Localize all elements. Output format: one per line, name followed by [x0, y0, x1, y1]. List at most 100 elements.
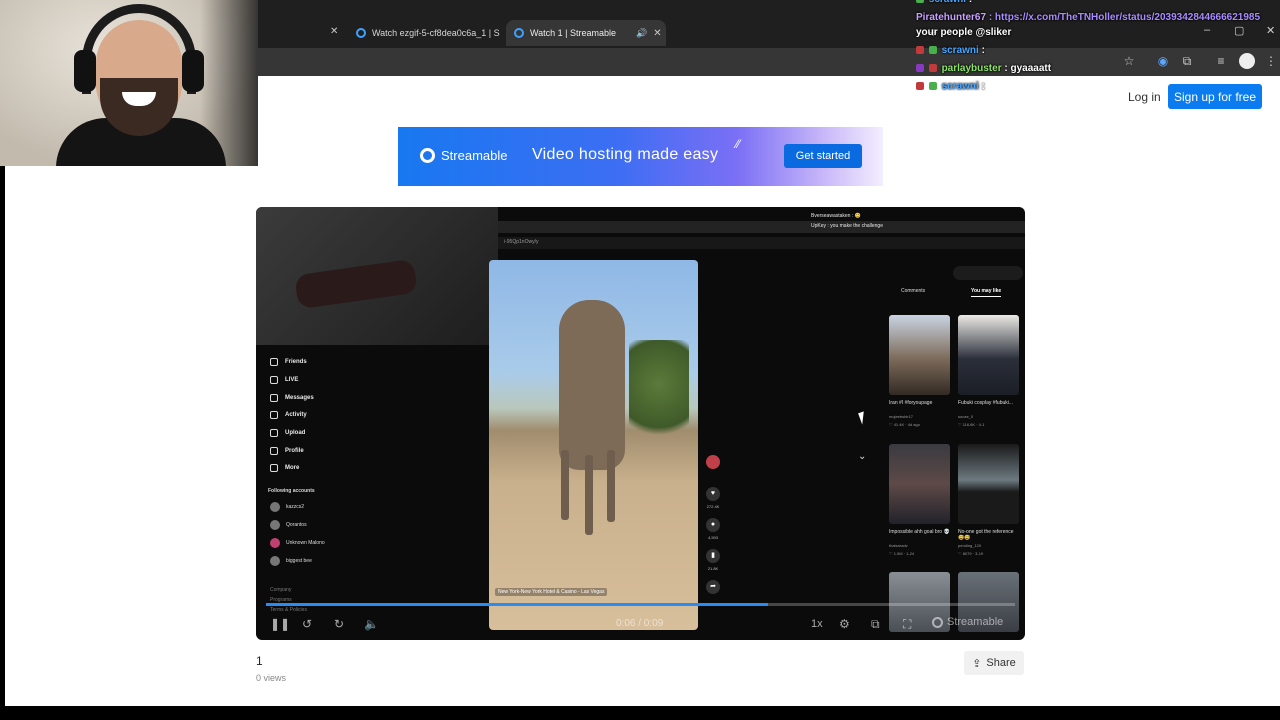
embedded-chat: Bverseawastaken : 😊 UpKey : you make the…	[811, 211, 931, 231]
tab-close-icon[interactable]: ✕	[653, 28, 661, 39]
chat-badge-icon	[928, 46, 937, 54]
login-link[interactable]: Log in	[1128, 90, 1161, 104]
forward-icon[interactable]: ↻	[334, 616, 344, 632]
footer-link: Terms & Policies	[270, 607, 307, 613]
get-started-button[interactable]: Get started	[784, 144, 862, 168]
following-account: Unknown Malono	[270, 538, 325, 548]
ad-brand: Streamable	[441, 148, 508, 163]
progress-bar[interactable]	[266, 603, 1015, 606]
settings-gear-icon[interactable]: ⚙	[839, 616, 850, 632]
reco-thumbnail	[889, 315, 950, 395]
left-edge	[0, 166, 5, 720]
media-controls-icon[interactable]: ≡	[1214, 54, 1228, 68]
streamable-watermark[interactable]: Streamable	[932, 616, 1003, 628]
bookmark-icon: ▮	[706, 549, 720, 563]
tab-streamable-active[interactable]: Watch 1 | Streamable 🔊 ✕	[506, 20, 666, 46]
chat-text: :	[981, 81, 985, 92]
embedded-webcam	[256, 207, 498, 345]
ad-tagline: Video hosting made easy	[532, 146, 719, 163]
signup-button[interactable]: Sign up for free	[1168, 84, 1262, 109]
following-account: kazzcs2	[270, 502, 304, 512]
sidebar-item-label: Friends	[285, 359, 307, 365]
picture-in-picture-icon[interactable]: ⧉	[871, 616, 880, 632]
embedded-tiktok-sidebar: Friends LIVE Messages Activity Upload Pr…	[266, 352, 486, 622]
avatar	[270, 502, 280, 512]
chat-username: parlaybuster	[941, 63, 1002, 74]
share-button[interactable]: ⇪ Share	[964, 651, 1024, 675]
ad-logo: Streamable	[420, 148, 507, 163]
chat-username: scrawni	[941, 81, 979, 92]
embedded-chat-line: Bverseawastaken : 😊	[811, 213, 861, 219]
footer-link: Company	[270, 587, 292, 593]
heart-icon: ♥	[706, 487, 720, 501]
camel-leg	[585, 455, 593, 535]
chat-message: scrawni :	[916, 78, 985, 96]
streamable-logo-icon	[932, 616, 943, 628]
chat-text: your people @sliker	[916, 27, 1012, 38]
chat-badge-icon	[928, 82, 937, 90]
extensions-icon[interactable]: ⧉	[1180, 54, 1194, 68]
tab-you-may-like: You may like	[971, 288, 1002, 297]
browser-menu-icon[interactable]: ⋮	[1264, 54, 1278, 68]
sidebar-item-messages: Messages	[270, 394, 314, 402]
reco-thumbnail	[889, 444, 950, 524]
account-name: biggest bee	[286, 558, 312, 564]
tab-title: Watch 1 | Streamable	[530, 28, 617, 38]
view-count: 0 views	[256, 673, 287, 683]
profile-icon	[270, 447, 278, 455]
chat-username: Piratehunter67	[916, 12, 987, 23]
tab-close-icon[interactable]: ✕	[330, 26, 338, 37]
audio-extension-icon[interactable]: ◉	[1156, 54, 1170, 68]
camel-graphic	[559, 300, 625, 470]
more-icon	[270, 464, 278, 472]
sidebar-item-label: Messages	[285, 395, 314, 401]
close-window-button[interactable]: ✕	[1266, 24, 1275, 37]
sidebar-item-live: LIVE	[270, 376, 298, 384]
chat-message: scrawni :	[916, 0, 972, 9]
embedded-webcam-person	[294, 258, 418, 310]
video-player[interactable]: i-95Qp1nOwy/y Friends LIVE Messages Acti…	[256, 207, 1025, 640]
reco-thumbnail	[958, 444, 1019, 524]
scroll-down-icon: ⌄	[858, 451, 867, 462]
embedded-tab-strip	[498, 221, 1025, 233]
activity-icon	[270, 411, 278, 419]
chat-text: :	[981, 45, 985, 56]
tab-ezgif[interactable]: Watch ezgif-5-cf8dea0c6a_1 | S ✕	[348, 20, 514, 46]
chat-message: scrawni :	[916, 42, 985, 60]
rewind-icon[interactable]: ↺	[302, 616, 312, 632]
chat-username: scrawni	[929, 0, 966, 5]
reco-caption: Fubuki cosplay #fubuki...	[958, 400, 1014, 406]
pause-icon[interactable]: ❚❚	[270, 616, 290, 632]
reco-thumbnail	[958, 315, 1019, 395]
speaker-icon[interactable]: 🔊	[636, 28, 647, 39]
reco-meta: ♡ 41.4K · 4d ago	[889, 422, 920, 427]
save-count: 21.8K	[707, 566, 719, 571]
profile-avatar[interactable]	[1239, 53, 1255, 69]
ad-banner[interactable]: Streamable Video hosting made easy ⁄⁄ Ge…	[398, 127, 883, 186]
sidebar-item-more: More	[270, 464, 299, 472]
streamable-favicon-icon	[514, 28, 524, 38]
fullscreen-icon[interactable]: ⛶	[903, 616, 911, 632]
embedded-icon-pill	[953, 266, 1023, 280]
mouse-cursor-icon	[858, 411, 868, 425]
chat-text: : https://x.com/TheTNHoller/status/20393…	[988, 12, 1261, 23]
speed-button[interactable]: 1x	[811, 616, 823, 632]
reco-meta: ♡ 1.0M · 1-24	[889, 551, 915, 556]
friends-icon	[270, 358, 278, 366]
watermark-text: Streamable	[947, 616, 1004, 628]
sidebar-item-label: Activity	[285, 412, 307, 418]
volume-icon[interactable]: 🔈	[364, 616, 379, 632]
bookmark-star-icon[interactable]: ☆	[1122, 54, 1136, 68]
account-name: Unknown Malono	[286, 540, 325, 546]
chat-badge-icon	[916, 82, 924, 90]
chat-text: : gyaaaatt	[1004, 63, 1052, 74]
embedded-video-caption: New York-New York Hotel & Casino - Las V…	[495, 588, 608, 596]
like-count: 272.4K	[706, 504, 720, 509]
screen: ✕ Watch ezgif-5-cf8dea0c6a_1 | S ✕ Watch…	[0, 0, 1280, 720]
reco-author: pending_120	[958, 543, 982, 548]
headset-earcup	[74, 50, 96, 92]
author-avatar	[706, 455, 720, 469]
reco-author: sooze_0	[958, 414, 974, 419]
avatar	[270, 556, 280, 566]
following-heading: Following accounts	[268, 488, 315, 494]
